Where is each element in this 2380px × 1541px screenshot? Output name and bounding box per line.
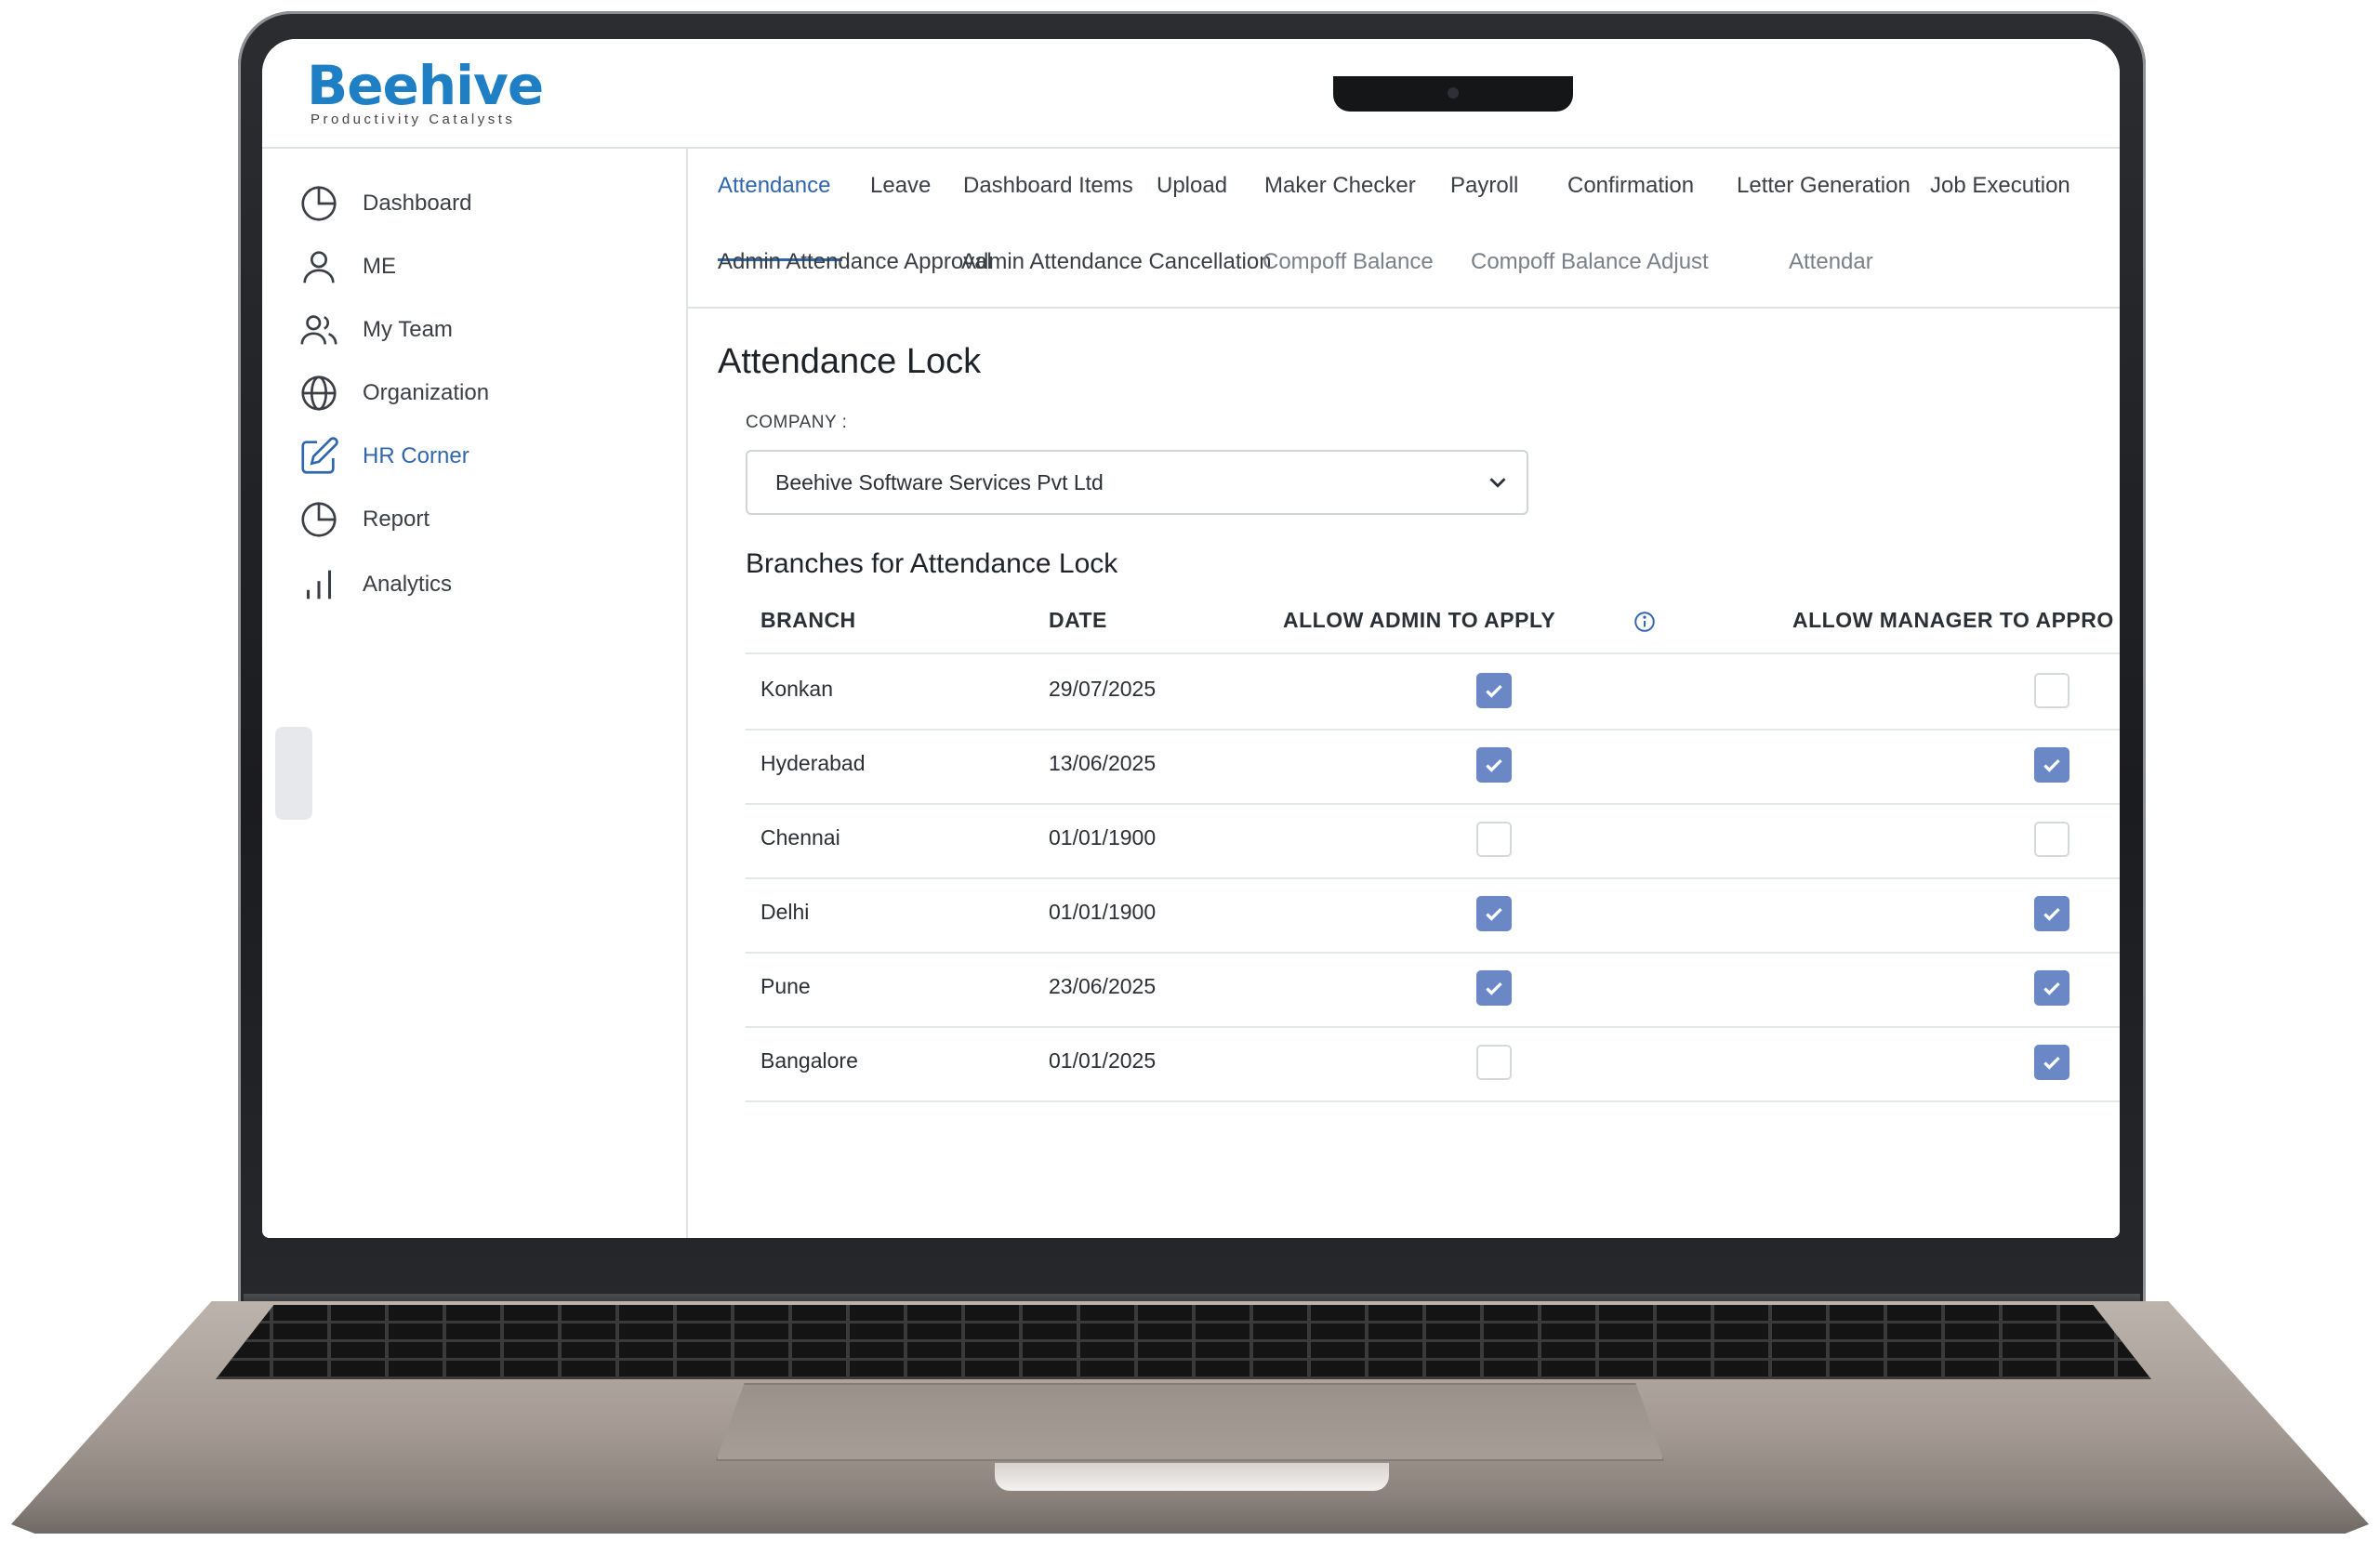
checkmark-icon: [2043, 907, 2060, 921]
allow-admin-checkbox[interactable]: [1476, 970, 1512, 1006]
branch-cell: Konkan: [760, 677, 834, 701]
branch-cell: Chennai: [760, 825, 840, 850]
table-row: Pune 23/06/2025: [746, 952, 2120, 1028]
sidebar-item-my-team[interactable]: My Team: [298, 307, 453, 353]
sidebar-item-label: ME: [363, 254, 396, 279]
allow-admin-checkbox[interactable]: [1476, 896, 1512, 931]
column-header-branch: BRANCH: [760, 608, 856, 632]
table-row: Delhi 01/01/1900: [746, 877, 2120, 954]
subtab-attendance-cutoff[interactable]: Attendar: [1789, 249, 1873, 275]
top-bar: Beehive Productivity Catalysts: [262, 39, 2120, 149]
beehive-logo[interactable]: Beehive Productivity Catalysts: [307, 54, 544, 127]
table-row: Hyderabad 13/06/2025: [746, 729, 2120, 805]
checkmark-icon: [1486, 907, 1502, 921]
main-content: Attendance Leave Dashboard Items Upload …: [688, 149, 2120, 1238]
globe-icon: [301, 375, 337, 411]
sidebar-item-label: Dashboard: [363, 191, 472, 216]
branch-cell: Bangalore: [760, 1048, 858, 1073]
screen: Beehive Productivity Catalysts Dashboard…: [262, 39, 2120, 1238]
sidebar-item-label: My Team: [363, 317, 453, 342]
company-label: COMPANY :: [746, 413, 848, 432]
tab-attendance[interactable]: Attendance: [718, 173, 830, 199]
laptop-front-notch: [995, 1463, 1389, 1491]
laptop-keyboard: [216, 1305, 2151, 1379]
subtab-admin-attendance-cancellation[interactable]: Admin Attendance Cancellation: [961, 249, 1272, 275]
section-title: Branches for Attendance Lock: [746, 548, 1118, 579]
camera-notch: [1333, 76, 1573, 112]
tab-job-execution[interactable]: Job Execution: [1930, 173, 2070, 199]
subtab-admin-attendance-approval[interactable]: Admin Attendance Approval: [718, 249, 992, 275]
allow-manager-checkbox[interactable]: [2034, 970, 2069, 1006]
pie-chart-icon: [301, 186, 337, 221]
allow-manager-checkbox[interactable]: [2034, 673, 2069, 708]
module-tabs: Attendance Leave Dashboard Items Upload …: [688, 149, 2120, 229]
date-cell: 23/06/2025: [1049, 974, 1157, 998]
date-cell: 01/01/2025: [1049, 1048, 1157, 1073]
tab-leave[interactable]: Leave: [870, 173, 931, 199]
sidebar-item-analytics[interactable]: Analytics: [298, 561, 452, 608]
info-icon[interactable]: [1633, 610, 1657, 634]
column-header-allow-admin: ALLOW ADMIN TO APPLY: [1283, 608, 1556, 632]
sidebar-item-dashboard[interactable]: Dashboard: [298, 180, 471, 227]
company-select-value: Beehive Software Services Pvt Ltd: [775, 470, 1104, 494]
branch-cell: Hyderabad: [760, 751, 866, 775]
allow-manager-checkbox[interactable]: [2034, 896, 2069, 931]
column-header-allow-manager: ALLOW MANAGER TO APPRO: [1792, 608, 2114, 632]
branch-cell: Delhi: [760, 900, 810, 924]
checkmark-icon: [2043, 981, 2060, 995]
tab-maker-checker[interactable]: Maker Checker: [1264, 173, 1416, 199]
logo-tagline: Productivity Catalysts: [311, 112, 516, 127]
tab-dashboard-items[interactable]: Dashboard Items: [963, 173, 1133, 199]
allow-admin-checkbox[interactable]: [1476, 673, 1512, 708]
subtab-compoff-balance-adjust[interactable]: Compoff Balance Adjust: [1471, 249, 1709, 275]
sidebar-item-hr-corner[interactable]: HR Corner: [298, 433, 469, 480]
tab-payroll[interactable]: Payroll: [1450, 173, 1518, 199]
chevron-down-icon: [1489, 478, 1506, 488]
tab-letter-generation[interactable]: Letter Generation: [1737, 173, 1911, 199]
allow-admin-checkbox[interactable]: [1476, 1045, 1512, 1080]
sidebar-collapse-handle[interactable]: [275, 727, 312, 820]
checkmark-icon: [2043, 758, 2060, 772]
camera-icon: [1448, 87, 1459, 99]
date-cell: 01/01/1900: [1049, 900, 1157, 924]
sidebar-item-report[interactable]: Report: [298, 496, 430, 543]
subtab-compoff-balance[interactable]: Compoff Balance: [1263, 249, 1434, 275]
table-row: Bangalore 01/01/2025: [746, 1026, 2120, 1102]
date-cell: 01/01/1900: [1049, 825, 1157, 850]
sidebar-item-label: Report: [363, 507, 430, 532]
page-title: Attendance Lock: [718, 342, 982, 381]
sidebar-item-organization[interactable]: Organization: [298, 370, 489, 416]
pie-chart-icon: [301, 502, 337, 537]
checkmark-icon: [1486, 981, 1502, 995]
checkmark-icon: [1486, 684, 1502, 698]
tab-upload[interactable]: Upload: [1157, 173, 1227, 199]
sidebar: Dashboard ME My Team Organization HR Cor…: [262, 149, 688, 1238]
company-select[interactable]: Beehive Software Services Pvt Ltd: [746, 450, 1528, 515]
tab-confirmation[interactable]: Confirmation: [1567, 173, 1694, 199]
allow-admin-checkbox[interactable]: [1476, 747, 1512, 783]
branch-cell: Pune: [760, 974, 811, 998]
checkmark-icon: [2043, 1056, 2060, 1070]
subtabs: Admin Attendance Approval Admin Attendan…: [688, 229, 2120, 309]
column-header-date: DATE: [1049, 608, 1107, 632]
table-row: Konkan 29/07/2025: [746, 654, 2120, 731]
users-icon: [300, 315, 337, 345]
allow-manager-checkbox[interactable]: [2034, 747, 2069, 783]
date-cell: 29/07/2025: [1049, 677, 1157, 701]
checkmark-icon: [1486, 758, 1502, 772]
edit-icon: [301, 437, 338, 474]
bar-chart-icon: [306, 570, 332, 599]
laptop-trackpad: [716, 1383, 1664, 1461]
logo-wordmark: Beehive: [307, 54, 544, 117]
user-icon: [303, 251, 335, 283]
date-cell: 13/06/2025: [1049, 751, 1157, 775]
table-row: Chennai 01/01/1900: [746, 803, 2120, 879]
allow-admin-checkbox[interactable]: [1476, 822, 1512, 857]
allow-manager-checkbox[interactable]: [2034, 822, 2069, 857]
allow-manager-checkbox[interactable]: [2034, 1045, 2069, 1080]
sidebar-item-label: Organization: [363, 380, 490, 405]
sidebar-item-me[interactable]: ME: [298, 244, 396, 290]
sidebar-item-label: HR Corner: [363, 443, 469, 468]
sidebar-item-label: Analytics: [363, 572, 453, 597]
